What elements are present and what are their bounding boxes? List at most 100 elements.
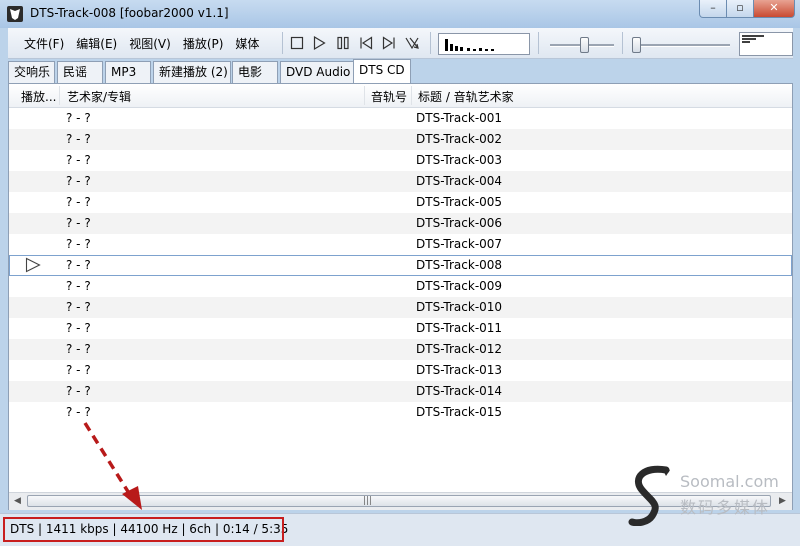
- track-title: DTS-Track-001: [416, 111, 503, 125]
- toolbar-separator: [538, 32, 539, 54]
- soomal-watermark: Soomal.com 数码多媒体: [626, 464, 786, 527]
- tab-dvd-audio[interactable]: DVD Audio: [280, 61, 354, 83]
- playlist-tabs: 交响乐 民谣 MP3 新建播放 (2) 电影 DVD Audio DTS CD: [8, 59, 793, 83]
- track-artist-album: ? - ?: [66, 174, 91, 188]
- track-title: DTS-Track-002: [416, 132, 503, 146]
- column-divider[interactable]: [59, 86, 60, 105]
- track-title: DTS-Track-012: [416, 342, 503, 356]
- table-row[interactable]: ? - ? DTS-Track-005: [9, 192, 792, 213]
- column-divider[interactable]: [411, 86, 412, 105]
- menu-file[interactable]: 文件(F): [18, 35, 70, 52]
- track-title: DTS-Track-014: [416, 384, 503, 398]
- track-title: DTS-Track-010: [416, 300, 503, 314]
- table-row[interactable]: ? - ? DTS-Track-004: [9, 171, 792, 192]
- track-artist-album: ? - ?: [66, 195, 91, 209]
- tab-movies[interactable]: 电影: [232, 61, 278, 83]
- table-row[interactable]: ? - ? DTS-Track-010: [9, 297, 792, 318]
- table-row[interactable]: ? - ? DTS-Track-003: [9, 150, 792, 171]
- table-row[interactable]: ? - ? DTS-Track-001: [9, 108, 792, 129]
- seek-slider-handle[interactable]: [632, 37, 641, 53]
- meter-bar: [455, 46, 458, 51]
- stop-icon[interactable]: [289, 35, 305, 51]
- column-header-track-no[interactable]: 音轨号: [371, 88, 407, 105]
- random-icon[interactable]: [404, 35, 420, 51]
- track-artist-album: ? - ?: [66, 300, 91, 314]
- annotation-arrow-icon: [83, 422, 142, 510]
- table-row[interactable]: ? - ? DTS-Track-002: [9, 129, 792, 150]
- table-row[interactable]: ? - ? DTS-Track-009: [9, 276, 792, 297]
- column-header: 播放... 艺术家/专辑 音轨号 标题 / 音轨艺术家: [9, 84, 792, 108]
- track-title: DTS-Track-009: [416, 279, 503, 293]
- volume-slider-handle[interactable]: [580, 37, 590, 53]
- track-title: DTS-Track-003: [416, 153, 503, 167]
- column-header-playing[interactable]: 播放...: [21, 88, 56, 105]
- table-row[interactable]: ? - ? DTS-Track-012: [9, 339, 792, 360]
- pause-icon[interactable]: [335, 35, 351, 51]
- scroll-left-arrow-icon[interactable]: ◀: [9, 493, 26, 510]
- track-artist-album: ? - ?: [66, 342, 91, 356]
- close-button[interactable]: ✕: [753, 0, 795, 18]
- track-artist-album: ? - ?: [66, 405, 91, 419]
- table-row[interactable]: ? - ? DTS-Track-014: [9, 381, 792, 402]
- table-row-now-playing[interactable]: ? - ? DTS-Track-008: [9, 255, 792, 276]
- play-icon[interactable]: [311, 35, 327, 51]
- menu-view[interactable]: 视图(V): [123, 35, 177, 52]
- table-row[interactable]: ? - ? DTS-Track-006: [9, 213, 792, 234]
- now-playing-icon: [25, 257, 41, 276]
- track-title: DTS-Track-013: [416, 363, 503, 377]
- track-artist-album: ? - ?: [66, 363, 91, 377]
- previous-icon[interactable]: [358, 35, 374, 51]
- table-row[interactable]: ? - ? DTS-Track-013: [9, 360, 792, 381]
- toolbar-separator: [622, 32, 623, 54]
- status-highlight-box: [3, 517, 284, 542]
- track-artist-album: ? - ?: [66, 132, 91, 146]
- track-artist-album: ? - ?: [66, 216, 91, 230]
- meter-bar: [485, 49, 488, 51]
- column-header-title-artist[interactable]: 标题 / 音轨艺术家: [418, 88, 514, 105]
- peak-meter-visualization[interactable]: [438, 33, 530, 55]
- track-title: DTS-Track-007: [416, 237, 503, 251]
- menu-bar: 文件(F) 编辑(E) 视图(V) 播放(P) 媒体: [18, 28, 265, 58]
- tab-mp3[interactable]: MP3: [105, 61, 151, 83]
- track-artist-album: ? - ?: [66, 153, 91, 167]
- watermark-brand: Soomal.com: [680, 472, 779, 491]
- menu-edit[interactable]: 编辑(E): [70, 35, 123, 52]
- soomal-logo-icon: [628, 465, 670, 527]
- scrollbar-grip-icon: |||: [363, 496, 373, 506]
- track-title: DTS-Track-011: [416, 321, 503, 335]
- meter-bar: [460, 47, 463, 51]
- track-artist-album: ? - ?: [66, 258, 91, 272]
- spectrum-visualization[interactable]: [739, 32, 793, 56]
- menu-playback[interactable]: 播放(P): [177, 35, 230, 52]
- toolbar-separator: [430, 32, 431, 54]
- meter-bar: [445, 39, 448, 51]
- toolbar: 文件(F) 编辑(E) 视图(V) 播放(P) 媒体: [8, 28, 793, 59]
- table-row[interactable]: ? - ? DTS-Track-011: [9, 318, 792, 339]
- menu-library[interactable]: 媒体: [229, 35, 265, 52]
- seek-slider-track[interactable]: [632, 44, 730, 47]
- meter-bar: [473, 49, 476, 51]
- window-title: DTS-Track-008 [foobar2000 v1.1]: [30, 6, 229, 20]
- tab-symphony[interactable]: 交响乐: [8, 61, 55, 83]
- meter-bar: [450, 44, 453, 51]
- track-title: DTS-Track-015: [416, 405, 503, 419]
- tab-folk[interactable]: 民谣: [57, 61, 103, 83]
- tab-dts-cd[interactable]: DTS CD: [353, 59, 411, 83]
- next-icon[interactable]: [381, 35, 397, 51]
- track-artist-album: ? - ?: [66, 237, 91, 251]
- table-row[interactable]: ? - ? DTS-Track-007: [9, 234, 792, 255]
- meter-bar: [479, 48, 482, 51]
- track-artist-album: ? - ?: [66, 384, 91, 398]
- meter-bar: [491, 49, 494, 51]
- column-header-artist-album[interactable]: 艺术家/专辑: [67, 88, 131, 105]
- foobar-app-icon[interactable]: [7, 6, 23, 22]
- track-title: DTS-Track-005: [416, 195, 503, 209]
- minimize-button[interactable]: –: [699, 0, 727, 18]
- maximize-button[interactable]: ▫: [726, 0, 754, 18]
- track-title: DTS-Track-006: [416, 216, 503, 230]
- meter-bar: [467, 48, 470, 51]
- column-divider[interactable]: [364, 86, 365, 105]
- tab-new-playlist-2[interactable]: 新建播放 (2): [153, 61, 231, 83]
- track-title: DTS-Track-008: [416, 258, 503, 272]
- track-artist-album: ? - ?: [66, 111, 91, 125]
